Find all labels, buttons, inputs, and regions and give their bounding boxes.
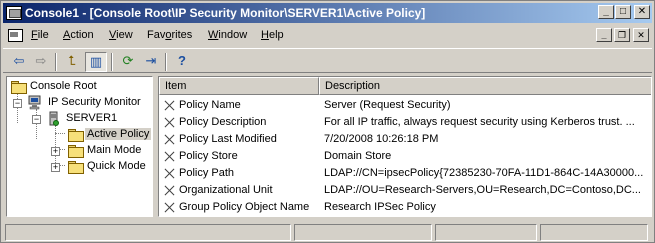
description-cell: Domain Store bbox=[324, 150, 392, 162]
status-panel bbox=[294, 224, 432, 241]
description-cell: Research IPSec Policy bbox=[324, 201, 436, 213]
window-title: Console1 - [Console Root\IP Security Mon… bbox=[25, 6, 426, 20]
status-panel bbox=[5, 224, 291, 241]
list-row-organizational-unit[interactable]: Organizational Unit LDAP://OU=Research-S… bbox=[159, 182, 651, 199]
item-cell: Policy Store bbox=[179, 150, 238, 162]
item-cell: Group Policy Object Name bbox=[179, 201, 310, 213]
list-row-policy-store[interactable]: Policy Store Domain Store bbox=[159, 148, 651, 165]
description-cell: Server (Request Security) bbox=[324, 99, 451, 111]
show-hide-tree-button[interactable]: ▥ bbox=[85, 52, 107, 72]
expand-toggle[interactable]: + bbox=[51, 147, 60, 156]
help-button[interactable]: ? bbox=[171, 52, 193, 72]
description-cell: LDAP://OU=Research-Servers,OU=Research,D… bbox=[324, 184, 641, 196]
title-bar[interactable]: Console1 - [Console Root\IP Security Mon… bbox=[3, 3, 652, 23]
description-cell: LDAP://CN=ipsecPolicy{72385230-70FA-11D1… bbox=[324, 167, 644, 179]
tree-node-active-policy[interactable]: Active Policy bbox=[65, 127, 152, 143]
folder-icon bbox=[67, 144, 84, 158]
expand-toggle[interactable]: + bbox=[51, 163, 60, 172]
folder-icon bbox=[10, 80, 27, 94]
child-minimize-button[interactable]: _ bbox=[596, 28, 612, 42]
console-tree[interactable]: Console Root − IP Security Monitor − SER… bbox=[6, 76, 153, 217]
menu-bar: File Action View Favorites Window Help _… bbox=[3, 25, 652, 47]
column-header-item[interactable]: Item bbox=[159, 77, 319, 95]
status-bar bbox=[3, 222, 652, 242]
menu-window[interactable]: Window bbox=[208, 29, 247, 41]
item-cell: Policy Name bbox=[179, 99, 241, 111]
list-row-policy-name[interactable]: Policy Name Server (Request Security) bbox=[159, 97, 651, 114]
property-icon bbox=[163, 133, 176, 146]
item-cell: Policy Description bbox=[179, 116, 267, 128]
toolbar: ⇦ ⇨ ⮤ ▥ ⟳ ⇥ ? bbox=[3, 48, 652, 73]
property-icon bbox=[163, 150, 176, 163]
child-close-button[interactable]: ✕ bbox=[633, 28, 649, 42]
list-row-policy-description[interactable]: Policy Description For all IP traffic, a… bbox=[159, 114, 651, 131]
tree-node-main-mode[interactable]: + Main Mode bbox=[47, 143, 152, 159]
tree-node-ip-security-monitor[interactable]: − IP Security Monitor bbox=[9, 95, 149, 111]
collapse-toggle[interactable]: − bbox=[13, 99, 22, 108]
menu-view[interactable]: View bbox=[109, 29, 133, 41]
toolbar-separator bbox=[111, 53, 113, 71]
property-icon bbox=[163, 184, 176, 197]
server-icon bbox=[46, 111, 62, 127]
list-row-policy-last-modified[interactable]: Policy Last Modified 7/20/2008 10:26:18 … bbox=[159, 131, 651, 148]
property-icon bbox=[163, 201, 176, 214]
tree-node-label: IP Security Monitor bbox=[48, 96, 141, 108]
child-restore-button[interactable]: ❐ bbox=[614, 28, 630, 42]
collapse-toggle[interactable]: − bbox=[32, 115, 41, 124]
folder-icon bbox=[67, 160, 84, 174]
up-one-level-button[interactable]: ⮤ bbox=[61, 52, 83, 72]
tree-node-server1[interactable]: − SERVER1 bbox=[28, 111, 148, 127]
menu-file[interactable]: File bbox=[31, 29, 49, 41]
tree-node-console-root[interactable]: Console Root bbox=[9, 79, 149, 95]
tree-node-label: Active Policy bbox=[85, 128, 152, 140]
close-button[interactable]: ✕ bbox=[634, 5, 650, 19]
back-button[interactable]: ⇦ bbox=[8, 52, 30, 72]
toolbar-separator bbox=[165, 53, 167, 71]
tree-node-label: SERVER1 bbox=[66, 112, 118, 124]
menu-favorites[interactable]: Favorites bbox=[147, 29, 192, 41]
forward-button[interactable]: ⇨ bbox=[30, 52, 52, 72]
toolbar-separator bbox=[55, 53, 57, 71]
ip-security-monitor-icon bbox=[28, 95, 44, 110]
refresh-button[interactable]: ⟳ bbox=[117, 52, 139, 72]
property-icon bbox=[163, 99, 176, 112]
list-row-policy-path[interactable]: Policy Path LDAP://CN=ipsecPolicy{723852… bbox=[159, 165, 651, 182]
menu-action[interactable]: Action bbox=[63, 29, 94, 41]
description-cell: 7/20/2008 10:26:18 PM bbox=[324, 133, 439, 145]
console-menu-icon[interactable] bbox=[7, 28, 23, 44]
description-cell: For all IP traffic, always request secur… bbox=[324, 116, 635, 128]
export-list-button[interactable]: ⇥ bbox=[140, 52, 162, 72]
menu-help[interactable]: Help bbox=[261, 29, 284, 41]
column-header-description[interactable]: Description bbox=[319, 77, 651, 95]
tree-node-label: Main Mode bbox=[87, 144, 142, 156]
item-cell: Policy Path bbox=[179, 167, 235, 179]
minimize-button[interactable]: _ bbox=[598, 5, 614, 19]
mmc-window: Console1 - [Console Root\IP Security Mon… bbox=[0, 0, 655, 243]
status-panel bbox=[540, 224, 648, 241]
property-icon bbox=[163, 116, 176, 129]
tree-node-label: Console Root bbox=[30, 80, 97, 92]
maximize-button[interactable]: □ bbox=[615, 5, 631, 19]
folder-icon bbox=[67, 128, 84, 142]
property-icon bbox=[163, 167, 176, 180]
details-list[interactable]: Item Description Policy Name Server (Req… bbox=[158, 76, 652, 217]
list-row-group-policy-object-name[interactable]: Group Policy Object Name Research IPSec … bbox=[159, 199, 651, 216]
tree-node-label: Quick Mode bbox=[87, 160, 146, 172]
status-panel bbox=[435, 224, 537, 241]
console-app-icon[interactable] bbox=[6, 6, 22, 20]
item-cell: Policy Last Modified bbox=[179, 133, 277, 145]
item-cell: Organizational Unit bbox=[179, 184, 273, 196]
tree-connector bbox=[55, 133, 65, 134]
tree-node-quick-mode[interactable]: + Quick Mode bbox=[47, 159, 152, 175]
